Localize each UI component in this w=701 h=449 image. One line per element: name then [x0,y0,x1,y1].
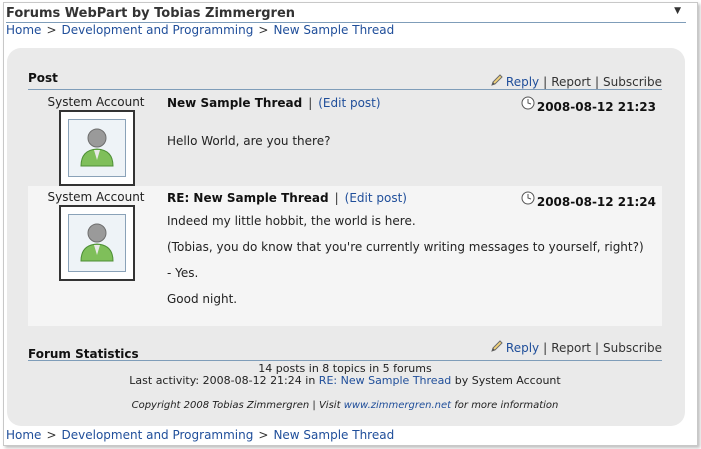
edit-post-link[interactable]: (Edit post) [345,191,407,205]
post-body: Hello World, are you there? [167,134,330,160]
report-link[interactable]: Report [551,75,591,89]
breadcrumb-home[interactable]: Home [6,428,41,442]
copyright-suffix: for more information [454,400,559,411]
breadcrumb-forum[interactable]: Development and Programming [62,428,254,442]
action-separator: | [543,341,548,355]
zimmergren-link[interactable]: www.zimmergren.net [344,400,451,411]
breadcrumb-bottom: Home > Development and Programming > New Sam… [6,428,394,442]
post-title: New Sample Thread [167,96,303,110]
pencil-icon [491,74,503,86]
post-body-line: - Yes. [167,266,199,280]
avatar [59,205,135,281]
reply-link[interactable]: Reply [506,341,539,355]
breadcrumb-separator: > [258,428,269,442]
edit-post-link[interactable]: (Edit post) [318,96,380,110]
webpart-menu-dropdown-icon[interactable]: ▼ [674,6,681,16]
forum-post: System Account RE: New Sample Thread | (Ed… [28,186,662,326]
pencil-icon [491,340,503,352]
breadcrumb-thread[interactable]: New Sample Thread [273,428,394,442]
breadcrumb-separator: > [46,23,57,37]
post-section-heading: Post [28,71,58,85]
report-link[interactable]: Report [551,341,591,355]
post-date-text: 2008-08-12 21:24 [536,195,656,209]
subscribe-link[interactable]: Subscribe [603,75,662,89]
copyright: Copyright 2008 Tobias Zimmergren | Visit… [28,400,662,411]
post-body: Indeed my little hobbit, the world is he… [167,214,644,318]
reply-link[interactable]: Reply [506,75,539,89]
breadcrumb-top: Home > Development and Programming > New Sam… [6,23,394,37]
webpart-title: Forums WebPart by Tobias Zimmergren [6,6,296,21]
clock-icon [521,96,535,110]
last-activity-suffix: by System Account [454,374,561,387]
post-body-line: Good night. [167,292,238,306]
copyright-prefix: Copyright 2008 Tobias Zimmergren | Visit [131,400,341,411]
stats-heading: Forum Statistics [28,347,139,361]
post-date: 2008-08-12 21:24 [521,191,656,209]
post-author: System Account [47,190,145,204]
last-activity-thread-link[interactable]: RE: New Sample Thread [319,374,452,387]
breadcrumb-separator: > [46,428,57,442]
user-avatar-icon [80,223,114,262]
action-separator: | [594,75,600,89]
post-author: System Account [47,95,145,109]
post-title-line: RE: New Sample Thread | (Edit post) [167,191,407,205]
action-separator: | [543,75,548,89]
post-date: 2008-08-12 21:23 [521,96,656,114]
post-title-line: New Sample Thread | (Edit post) [167,96,381,110]
last-activity-prefix: Last activity: 2008-08-12 21:24 in [129,374,316,387]
avatar [59,110,135,186]
stats-divider [28,360,662,361]
post-body-line: Indeed my little hobbit, the world is he… [167,214,416,228]
breadcrumb-forum[interactable]: Development and Programming [62,23,254,37]
post-title: RE: New Sample Thread [167,191,329,205]
post-body-line: Hello World, are you there? [167,134,331,148]
post-date-text: 2008-08-12 21:23 [536,100,656,114]
clock-icon [521,191,535,205]
stats-actions: Reply | Report | Subscribe [490,339,662,355]
breadcrumb-home[interactable]: Home [6,23,41,37]
user-avatar-icon [80,128,114,167]
subscribe-link[interactable]: Subscribe [603,341,662,355]
breadcrumb-thread[interactable]: New Sample Thread [273,23,394,37]
stats-last-activity: Last activity: 2008-08-12 21:24 in RE: N… [28,375,662,387]
post-body-line: (Tobias, you do know that you're current… [167,240,644,254]
forum-post: System Account New Sample Thread | (Edit p… [28,91,662,186]
breadcrumb-separator: > [258,23,269,37]
post-actions: Reply | Report | Subscribe [490,73,662,89]
post-section-divider [28,89,662,90]
action-separator: | [594,341,600,355]
